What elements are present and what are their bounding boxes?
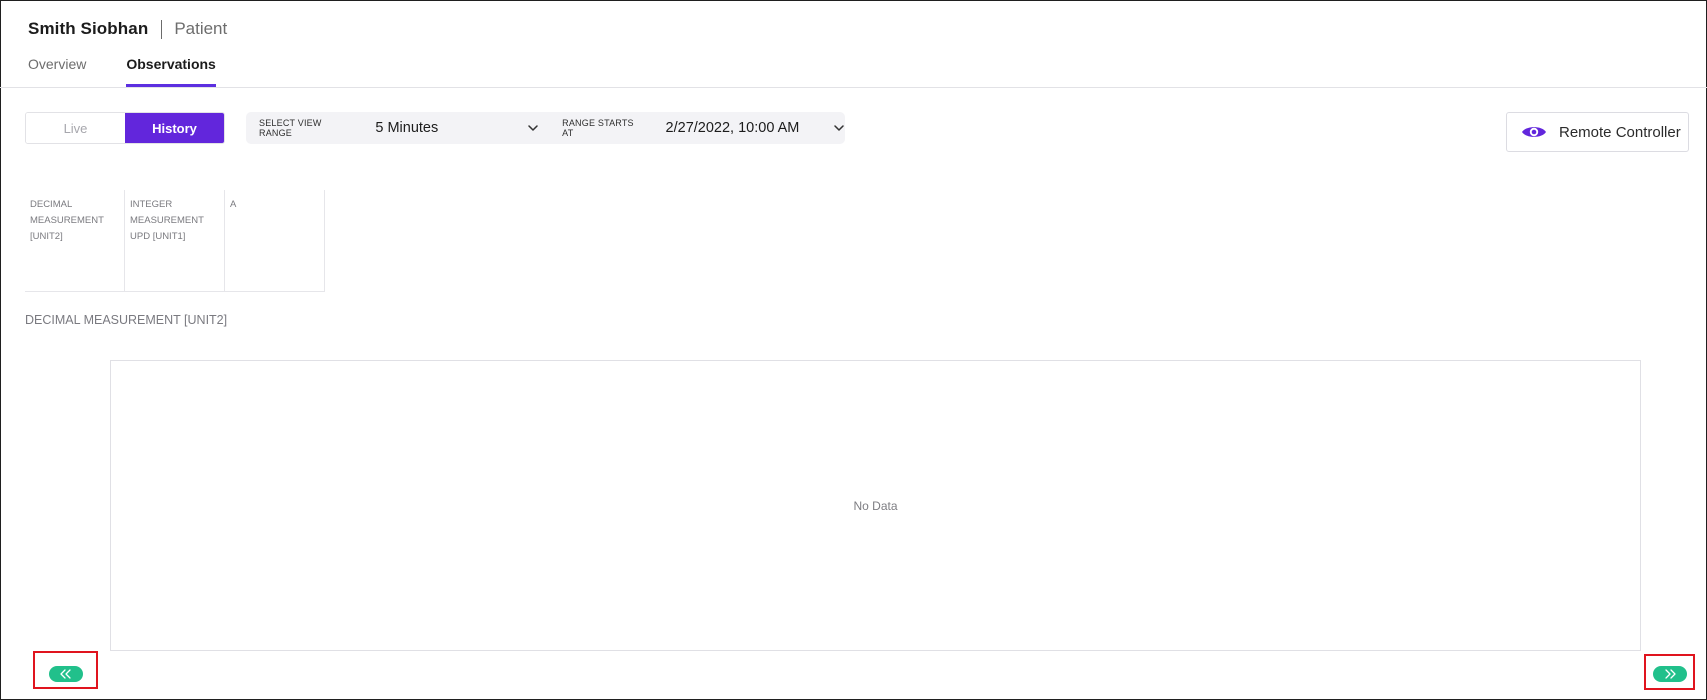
prev-page-button[interactable] bbox=[49, 666, 83, 682]
range-selector-bar: SELECT VIEW RANGE 5 Minutes RANGE STARTS… bbox=[246, 112, 845, 144]
tab-overview[interactable]: Overview bbox=[28, 54, 86, 87]
measurement-label: A bbox=[230, 199, 237, 210]
eye-icon bbox=[1521, 124, 1547, 140]
live-history-toggle: Live History bbox=[25, 112, 225, 144]
live-button[interactable]: Live bbox=[26, 113, 125, 143]
view-range-select[interactable]: 5 Minutes bbox=[375, 120, 539, 136]
page-header: Smith Siobhan Patient Overview Observati… bbox=[0, 0, 1707, 88]
title-divider bbox=[161, 19, 163, 39]
range-start-label: RANGE STARTS AT bbox=[562, 118, 634, 138]
remote-controller-button[interactable]: Remote Controller bbox=[1506, 112, 1689, 152]
remote-controller-label: Remote Controller bbox=[1559, 123, 1681, 141]
measurement-columns: DECIMAL MEASUREMENT [UNIT2] INTEGER MEAS… bbox=[25, 190, 325, 292]
patient-role: Patient bbox=[174, 19, 228, 38]
next-page-button[interactable] bbox=[1653, 666, 1687, 682]
double-chevron-left-icon bbox=[60, 669, 71, 679]
page-title: Smith Siobhan Patient bbox=[28, 19, 227, 39]
chart-title: DECIMAL MEASUREMENT [UNIT2] bbox=[25, 313, 228, 327]
measurement-column-a[interactable]: A bbox=[225, 190, 325, 291]
tab-observations[interactable]: Observations bbox=[126, 54, 216, 87]
patient-name: Smith Siobhan bbox=[28, 19, 149, 38]
history-button[interactable]: History bbox=[125, 113, 224, 143]
measurement-column-decimal[interactable]: DECIMAL MEASUREMENT [UNIT2] bbox=[25, 190, 125, 291]
view-range-value: 5 Minutes bbox=[375, 120, 439, 136]
range-start-select[interactable]: 2/27/2022, 10:00 AM bbox=[666, 120, 845, 136]
chevron-down-icon bbox=[527, 122, 539, 134]
measurement-label: DECIMAL MEASUREMENT [UNIT2] bbox=[30, 199, 104, 242]
chart-plot-area: No Data bbox=[110, 360, 1641, 651]
view-range-label: SELECT VIEW RANGE bbox=[259, 118, 322, 138]
chevron-down-icon bbox=[833, 122, 845, 134]
tab-bar: Overview Observations bbox=[28, 54, 256, 87]
range-start-value: 2/27/2022, 10:00 AM bbox=[665, 120, 800, 136]
measurement-label: INTEGER MEASUREMENT UPD [UNIT1] bbox=[130, 199, 204, 242]
measurement-column-integer[interactable]: INTEGER MEASUREMENT UPD [UNIT1] bbox=[125, 190, 225, 291]
double-chevron-right-icon bbox=[1665, 669, 1676, 679]
no-data-message: No Data bbox=[853, 498, 898, 513]
